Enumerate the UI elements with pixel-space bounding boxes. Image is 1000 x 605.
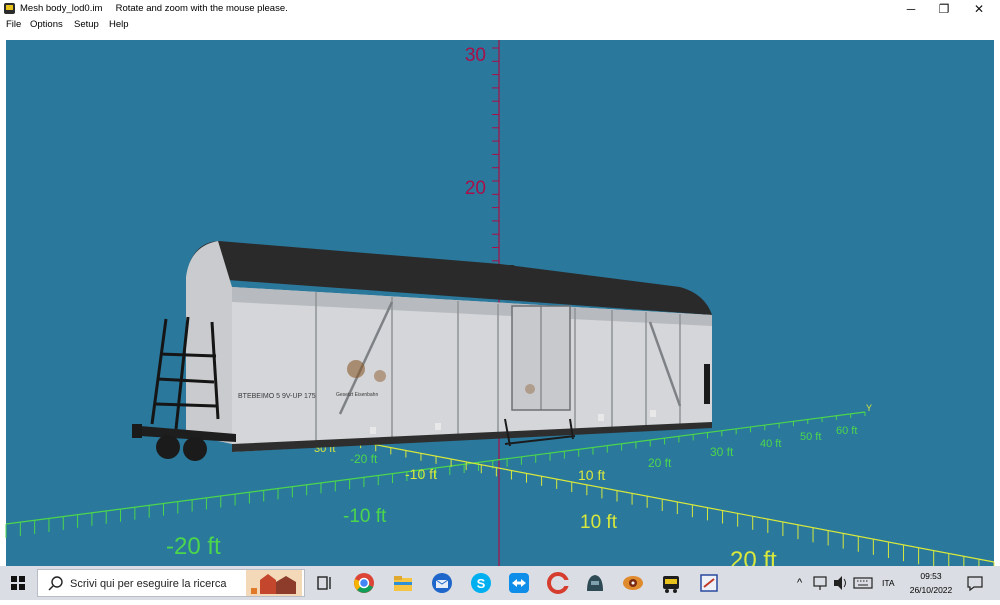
x-label-neg10-far: -10 ft xyxy=(343,506,387,527)
skype-icon[interactable]: S xyxy=(469,571,493,595)
window-hint: Rotate and zoom with the mouse please. xyxy=(115,3,288,14)
windows-taskbar: Scrivi qui per eseguire la ricerca S ^ I… xyxy=(0,566,1000,600)
svg-text:S: S xyxy=(477,576,486,591)
x-label-neg20: -20 ft xyxy=(350,452,378,466)
eye-app-icon[interactable] xyxy=(621,571,645,595)
y-label-neg10: -10 ft xyxy=(405,466,437,482)
vertical-axis-label-30: 30 xyxy=(465,45,486,66)
x-label-neg20-far: -20 ft xyxy=(166,533,221,560)
search-highlight-image-icon xyxy=(246,570,302,596)
minimize-button[interactable]: ─ xyxy=(894,0,928,18)
train-app-icon[interactable] xyxy=(659,571,683,595)
search-placeholder: Scrivi qui per eseguire la ricerca xyxy=(70,578,227,590)
boxcar-wheel xyxy=(183,437,207,461)
y-label-20-far: 20 ft xyxy=(730,547,777,566)
x-label-30: 30 ft xyxy=(710,445,734,459)
close-button[interactable]: ✕ xyxy=(962,0,996,18)
clock-date[interactable]: 26/10/2022 xyxy=(903,585,959,595)
network-icon[interactable] xyxy=(811,572,829,594)
x-label-60: 60 ft xyxy=(836,425,857,437)
vertical-axis-label-20: 20 xyxy=(465,178,486,199)
x-label-20: 20 ft xyxy=(648,456,672,470)
tray-overflow-icon[interactable]: ^ xyxy=(797,577,802,589)
boxcar-end-wall xyxy=(186,241,232,444)
notifications-icon[interactable] xyxy=(964,572,986,594)
restore-button[interactable]: ❐ xyxy=(927,0,961,18)
teamviewer-icon[interactable] xyxy=(507,571,531,595)
keyboard-icon[interactable] xyxy=(852,572,874,594)
task-view-icon[interactable] xyxy=(313,571,337,595)
boxcar-wheel xyxy=(156,435,180,459)
menu-setup[interactable]: Setup xyxy=(74,19,99,30)
window-title: Mesh body_lod0.im Rotate and zoom with t… xyxy=(20,3,288,14)
y-label-10-far: 10 ft xyxy=(580,512,618,533)
thunderbird-icon[interactable] xyxy=(430,571,454,595)
ccleaner-icon[interactable] xyxy=(546,571,570,595)
menu-help[interactable]: Help xyxy=(109,19,129,30)
taskbar-search-box[interactable]: Scrivi qui per eseguire la ricerca xyxy=(37,569,305,597)
menu-options[interactable]: Options xyxy=(30,19,63,30)
game-icon[interactable] xyxy=(583,571,607,595)
volume-icon[interactable] xyxy=(831,572,849,594)
x-label-40: 40 ft xyxy=(760,438,781,450)
language-indicator[interactable]: ITA xyxy=(882,578,895,588)
boxcar-marking-number: BTEBEIMO 5 9V-UP 175 xyxy=(238,393,316,400)
search-icon xyxy=(48,576,63,591)
3d-viewport[interactable]: 30 20 Y 30 ft -20 ft -10 ft 10 ft 20 ft … xyxy=(0,34,1000,566)
chrome-icon[interactable] xyxy=(352,571,376,595)
file-explorer-icon[interactable] xyxy=(391,571,415,595)
scene-svg: 30 20 Y 30 ft -20 ft -10 ft 10 ft 20 ft … xyxy=(5,40,995,566)
start-button[interactable] xyxy=(0,566,36,600)
menu-file[interactable]: File xyxy=(6,19,21,30)
windows-logo-icon xyxy=(11,576,25,590)
y-label-10: 10 ft xyxy=(578,467,605,483)
x-label-50: 50 ft xyxy=(800,431,821,443)
settings-app-icon[interactable] xyxy=(697,571,721,595)
app-icon xyxy=(4,3,15,14)
clock-time[interactable]: 09:53 xyxy=(908,571,954,581)
title-bar: Mesh body_lod0.im Rotate and zoom with t… xyxy=(0,0,1000,18)
boxcar-marking-text: Gesetzt Eisenbahn xyxy=(336,392,378,398)
menu-bar: File Options Setup Help xyxy=(0,18,1000,34)
y-axis-name: Y xyxy=(866,403,872,413)
